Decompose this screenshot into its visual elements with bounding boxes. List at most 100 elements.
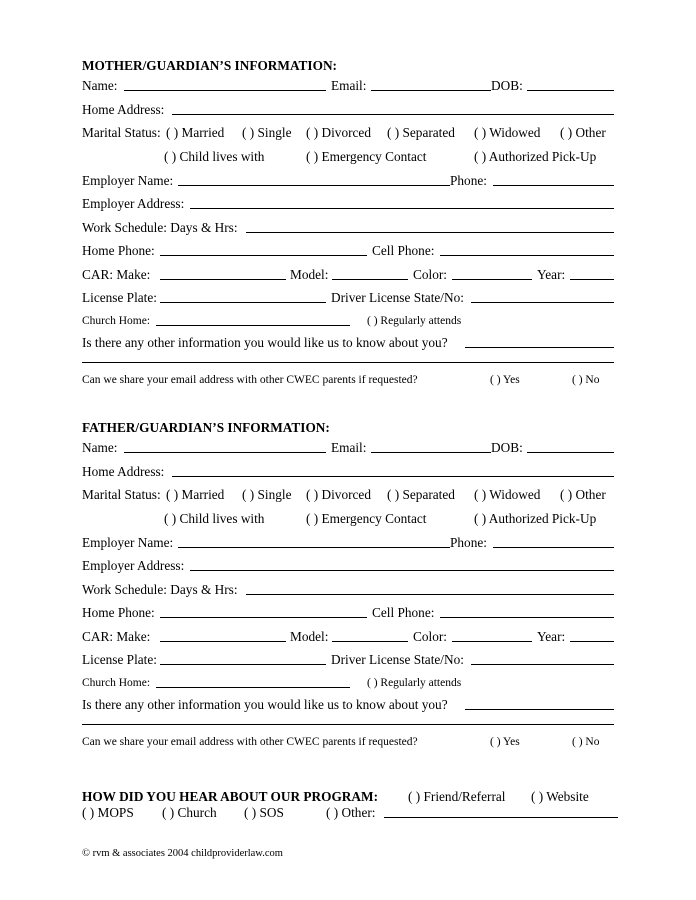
regularly-attends-option[interactable]: ( ) Regularly attends — [367, 674, 461, 692]
employer-address-label: Employer Address: — [82, 196, 185, 211]
name-field[interactable] — [124, 90, 326, 91]
work-schedule-row: Work Schedule: Days & Hrs: — [82, 219, 614, 237]
color-field[interactable] — [452, 279, 532, 280]
option-other[interactable]: ( ) Other — [560, 486, 606, 504]
driver-license-field[interactable] — [471, 302, 614, 303]
option-married[interactable]: ( ) Married — [166, 124, 224, 142]
home-address-row: Home Address: — [82, 101, 614, 119]
share-email-yes[interactable]: ( ) Yes — [490, 371, 520, 389]
church-row: Church Home: ( ) Regularly attends — [82, 674, 614, 692]
home-phone-field[interactable] — [160, 255, 367, 256]
footer-row: © rvm & associates 2004 childproviderlaw… — [82, 845, 614, 863]
employer-name-row: Employer Name: Phone: — [82, 534, 614, 552]
option-church[interactable]: ( ) Church — [162, 804, 217, 822]
option-child-lives-with[interactable]: ( ) Child lives with — [164, 148, 264, 166]
work-schedule-label: Work Schedule: Days & Hrs: — [82, 582, 238, 597]
copyright-footer: © rvm & associates 2004 childproviderlaw… — [82, 848, 283, 859]
option-separated[interactable]: ( ) Separated — [387, 486, 455, 504]
work-schedule-field[interactable] — [246, 232, 614, 233]
employer-address-row: Employer Address: — [82, 195, 614, 213]
email-field[interactable] — [371, 452, 491, 453]
marital-status-label: Marital Status: — [82, 487, 161, 502]
option-authorized-pickup[interactable]: ( ) Authorized Pick-Up — [474, 510, 596, 528]
employer-name-field[interactable] — [178, 185, 450, 186]
work-schedule-field[interactable] — [246, 594, 614, 595]
option-mops[interactable]: ( ) MOPS — [82, 804, 134, 822]
option-authorized-pickup[interactable]: ( ) Authorized Pick-Up — [474, 148, 596, 166]
regularly-attends-option[interactable]: ( ) Regularly attends — [367, 312, 461, 330]
home-address-label: Home Address: — [82, 102, 165, 117]
employer-name-field[interactable] — [178, 547, 450, 548]
church-home-field[interactable] — [156, 687, 350, 688]
share-email-yes[interactable]: ( ) Yes — [490, 733, 520, 751]
option-widowed[interactable]: ( ) Widowed — [474, 486, 540, 504]
home-address-field[interactable] — [172, 476, 614, 477]
cell-phone-field[interactable] — [440, 255, 614, 256]
church-home-label: Church Home: — [82, 677, 151, 689]
cell-phone-field[interactable] — [440, 617, 614, 618]
employer-name-label: Employer Name: — [82, 535, 174, 550]
dob-field[interactable] — [527, 90, 614, 91]
license-plate-label: License Plate: — [82, 290, 157, 305]
name-field[interactable] — [124, 452, 326, 453]
other-info-field-line2[interactable] — [82, 362, 614, 363]
home-phone-label: Home Phone: — [82, 243, 155, 258]
share-email-label: Can we share your email address with oth… — [82, 736, 418, 748]
email-label: Email: — [331, 440, 367, 455]
relationship-row: ( ) Child lives with ( ) Emergency Conta… — [82, 148, 614, 166]
car-make-field[interactable] — [160, 641, 286, 642]
option-emergency-contact[interactable]: ( ) Emergency Contact — [306, 148, 427, 166]
option-single[interactable]: ( ) Single — [242, 124, 292, 142]
share-email-no[interactable]: ( ) No — [572, 733, 599, 751]
work-schedule-label: Work Schedule: Days & Hrs: — [82, 220, 238, 235]
other-info-field[interactable] — [465, 709, 614, 710]
section-heading: MOTHER/GUARDIAN’S INFORMATION: — [82, 57, 614, 75]
option-sos[interactable]: ( ) SOS — [244, 804, 284, 822]
option-emergency-contact[interactable]: ( ) Emergency Contact — [306, 510, 427, 528]
option-single[interactable]: ( ) Single — [242, 486, 292, 504]
phone-field[interactable] — [493, 547, 614, 548]
option-divorced[interactable]: ( ) Divorced — [306, 124, 371, 142]
home-phone-field[interactable] — [160, 617, 367, 618]
option-child-lives-with[interactable]: ( ) Child lives with — [164, 510, 264, 528]
option-other[interactable]: ( ) Other — [560, 124, 606, 142]
option-divorced[interactable]: ( ) Divorced — [306, 486, 371, 504]
name-row: Name: Email: DOB: — [82, 439, 614, 457]
car-row: CAR: Make: Model: Color: Year: — [82, 628, 614, 646]
option-other-source[interactable]: ( ) Other: — [326, 804, 375, 822]
driver-license-label: Driver License State/No: — [331, 290, 464, 305]
license-plate-field[interactable] — [160, 302, 326, 303]
year-field[interactable] — [570, 641, 614, 642]
option-widowed[interactable]: ( ) Widowed — [474, 124, 540, 142]
car-make-label: CAR: Make: — [82, 267, 151, 282]
driver-license-label: Driver License State/No: — [331, 652, 464, 667]
dob-field[interactable] — [527, 452, 614, 453]
option-separated[interactable]: ( ) Separated — [387, 124, 455, 142]
year-field[interactable] — [570, 279, 614, 280]
driver-license-field[interactable] — [471, 664, 614, 665]
home-address-field[interactable] — [172, 114, 614, 115]
color-label: Color: — [413, 629, 447, 644]
model-field[interactable] — [332, 279, 408, 280]
phone-label: Phone: — [450, 535, 487, 550]
option-married[interactable]: ( ) Married — [166, 486, 224, 504]
other-source-field[interactable] — [384, 817, 618, 818]
employer-address-field[interactable] — [190, 208, 614, 209]
other-info-field[interactable] — [465, 347, 614, 348]
employer-address-row: Employer Address: — [82, 557, 614, 575]
home-address-row: Home Address: — [82, 463, 614, 481]
email-field[interactable] — [371, 90, 491, 91]
email-label: Email: — [331, 78, 367, 93]
car-make-field[interactable] — [160, 279, 286, 280]
color-field[interactable] — [452, 641, 532, 642]
phone-field[interactable] — [493, 185, 614, 186]
license-plate-field[interactable] — [160, 664, 326, 665]
other-info-field-line2[interactable] — [82, 724, 614, 725]
other-info-row: Is there any other information you would… — [82, 334, 614, 352]
model-field[interactable] — [332, 641, 408, 642]
share-email-no[interactable]: ( ) No — [572, 371, 599, 389]
employer-address-field[interactable] — [190, 570, 614, 571]
share-email-row: Can we share your email address with oth… — [82, 371, 614, 389]
model-label: Model: — [290, 267, 329, 282]
church-home-field[interactable] — [156, 325, 350, 326]
